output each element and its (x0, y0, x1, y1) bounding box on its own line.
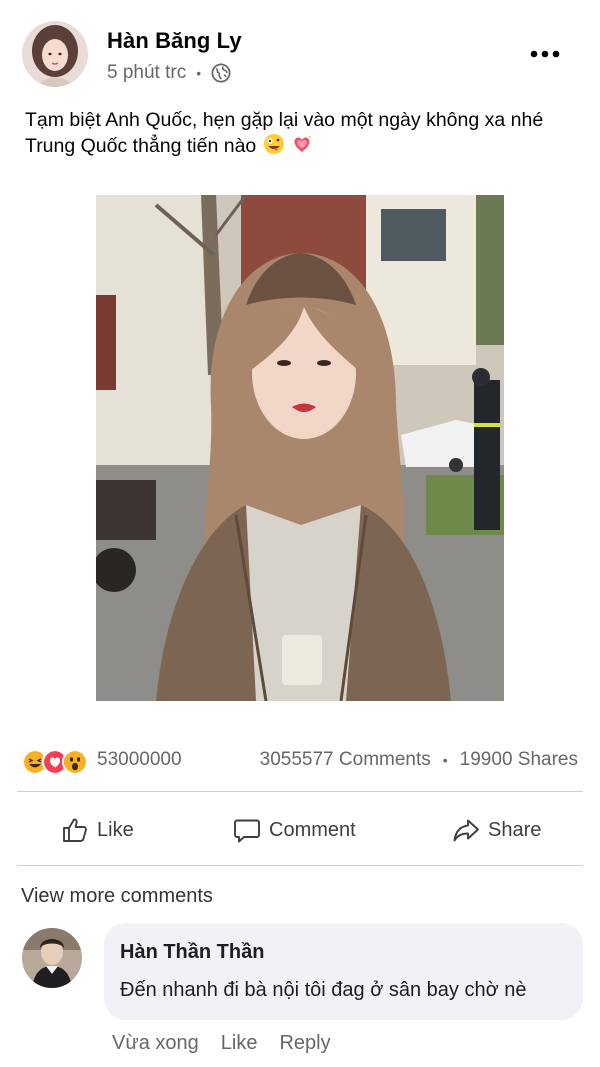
like-button[interactable]: Like (61, 812, 134, 848)
comment-icon (234, 819, 260, 843)
divider-top (17, 791, 583, 792)
reaction-count[interactable]: 53000000 (97, 749, 182, 771)
like-label: Like (97, 818, 134, 841)
comment-button[interactable]: Comment (233, 812, 356, 848)
share-button[interactable]: Share (452, 812, 541, 848)
author-avatar[interactable] (22, 21, 88, 87)
zany-face-emoji (263, 133, 285, 162)
author-name[interactable]: Hàn Băng Ly (107, 28, 242, 54)
share-icon (453, 819, 479, 842)
comment-count[interactable]: 3055577 Comments (260, 749, 431, 771)
caption-line-2-wrap: Trung Quốc thẳng tiến nào (25, 133, 580, 162)
sparkling-heart-emoji (291, 133, 313, 162)
thumbs-up-icon (63, 818, 87, 842)
post-meta: 5 phút trc • (107, 61, 231, 85)
comment-reply-link[interactable]: Reply (279, 1032, 330, 1055)
stats-separator: • (442, 752, 448, 768)
reaction-icons[interactable] (22, 749, 88, 775)
post-caption: Tạm biệt Anh Quốc, hẹn gặp lại vào một n… (25, 107, 580, 162)
comment-text: Đến nhanh đi bà nội tôi đag ở sân bay ch… (120, 979, 527, 1001)
comment-bubble: Hàn Thần Thần Đến nhanh đi bà nội tôi đa… (104, 923, 583, 1020)
commenter-name[interactable]: Hàn Thần Thần (120, 941, 264, 964)
post-timestamp[interactable]: 5 phút trc (107, 62, 186, 84)
comment-time[interactable]: Vừa xong (112, 1032, 199, 1055)
more-options-button[interactable] (527, 42, 563, 66)
view-more-comments-link[interactable]: View more comments (21, 885, 213, 908)
meta-separator: • (196, 65, 202, 81)
wow-reaction-icon (62, 749, 88, 775)
post-photo[interactable] (96, 195, 504, 701)
comment-like-link[interactable]: Like (221, 1032, 258, 1055)
comment-label: Comment (269, 818, 356, 841)
caption-line-2: Trung Quốc thẳng tiến nào (25, 135, 257, 157)
comment-actions: Vừa xong Like Reply (112, 1032, 331, 1055)
commenter-avatar[interactable] (22, 928, 82, 988)
divider-bottom (17, 865, 583, 866)
more-horizontal-icon (530, 50, 560, 58)
share-label: Share (488, 818, 542, 841)
post-stats: 3055577 Comments • 19900 Shares (260, 749, 578, 771)
globe-icon (211, 63, 231, 83)
caption-line-1: Tạm biệt Anh Quốc, hẹn gặp lại vào một n… (25, 109, 544, 131)
share-count[interactable]: 19900 Shares (460, 749, 578, 771)
